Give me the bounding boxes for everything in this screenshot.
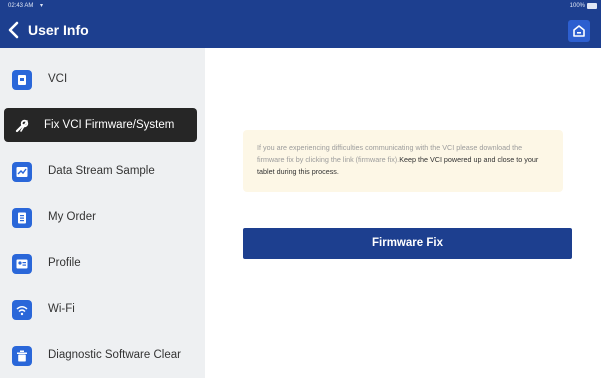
sidebar-item-diagnostic-software-clear[interactable]: Diagnostic Software Clear xyxy=(0,330,205,376)
page-title: User Info xyxy=(28,22,89,38)
sidebar-item-data-stream-sample[interactable]: Data Stream Sample xyxy=(0,146,205,192)
sidebar-item-label: Data Stream Sample xyxy=(48,165,155,177)
trash-icon xyxy=(12,346,32,366)
sidebar-item-label: Profile xyxy=(48,257,81,269)
firmware-notice: If you are experiencing difficulties com… xyxy=(243,130,563,192)
sidebar-item-fix-vci-firmware[interactable]: Fix VCI Firmware/System xyxy=(0,100,205,146)
status-wifi-icon: ▾ xyxy=(40,3,44,9)
sidebar-item-label: VCI xyxy=(48,73,68,85)
sidebar-item-wifi[interactable]: Wi-Fi xyxy=(0,284,205,330)
wifi-icon xyxy=(12,300,32,320)
sidebar-item-label: My Order xyxy=(48,211,96,223)
order-icon xyxy=(12,208,32,228)
sidebar: VCI Fix VCI Firmware/System Data Stream … xyxy=(0,48,205,378)
sidebar-item-my-order[interactable]: My Order xyxy=(0,192,205,238)
wrench-icon xyxy=(12,116,32,136)
battery-icon xyxy=(587,3,597,9)
home-icon xyxy=(573,25,585,37)
chart-icon xyxy=(12,162,32,182)
sidebar-item-label: Diagnostic Software Clear xyxy=(48,349,181,361)
home-button[interactable] xyxy=(568,20,590,42)
firmware-fix-button[interactable]: Firmware Fix xyxy=(243,228,572,259)
sidebar-item-label: Fix VCI Firmware/System xyxy=(44,119,175,131)
main-content: If you are experiencing difficulties com… xyxy=(205,48,601,378)
top-bar: 02:43 AM ▾ 100% User Info xyxy=(0,0,601,48)
sidebar-item-profile[interactable]: Profile xyxy=(0,238,205,284)
battery-level: 100% xyxy=(569,3,585,9)
profile-icon xyxy=(12,254,32,274)
status-time: 02:43 AM xyxy=(8,3,34,9)
sidebar-item-vci[interactable]: VCI xyxy=(0,54,205,100)
chevron-left-icon xyxy=(8,21,19,39)
vci-icon xyxy=(12,70,32,90)
back-button[interactable] xyxy=(6,20,24,40)
sidebar-item-label: Wi-Fi xyxy=(48,303,75,315)
